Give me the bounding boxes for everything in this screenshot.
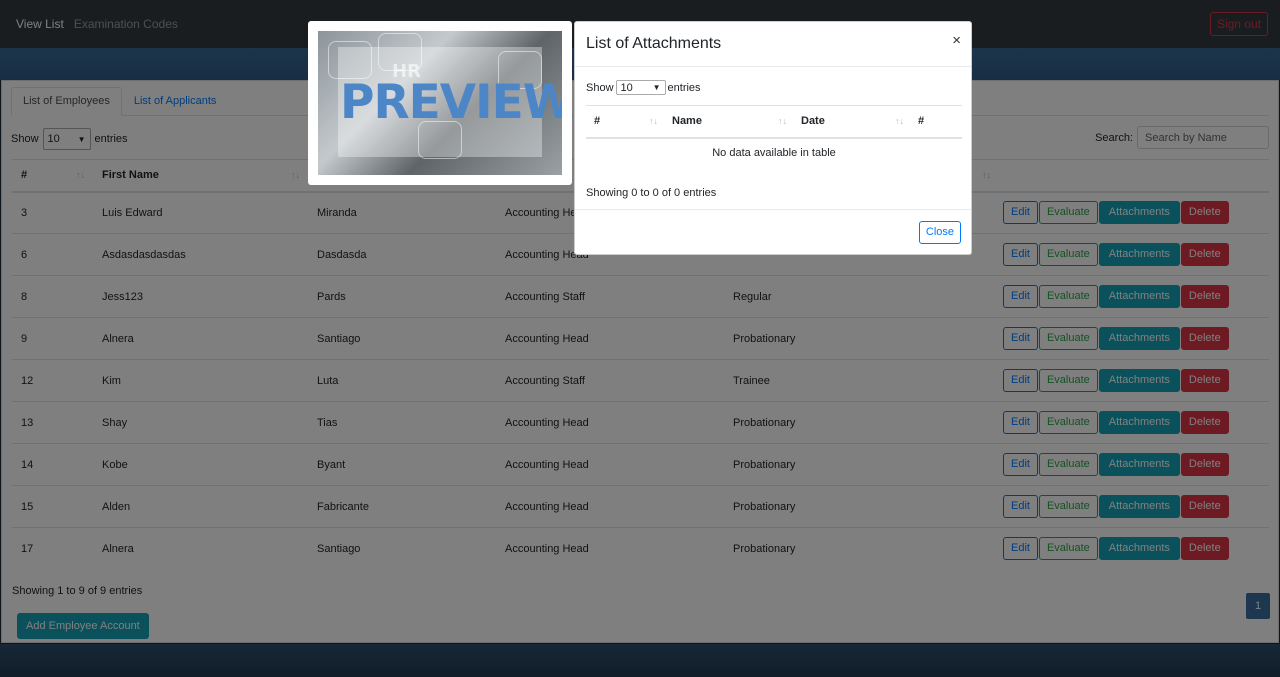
modal-title: List of Attachments bbox=[586, 35, 722, 52]
empty-table-message: No data available in table bbox=[712, 147, 836, 159]
att-header-name[interactable]: Name ↑↓ bbox=[664, 105, 793, 139]
modal-table-info: Showing 0 to 0 of 0 entries bbox=[586, 187, 717, 199]
modal-body: Show 10 ▼ entries # ↑↓ Name ↑↓ Date ↑↓ # No… bbox=[575, 67, 971, 210]
close-icon[interactable]: × bbox=[952, 32, 961, 49]
caret-down-icon: ▼ bbox=[652, 83, 661, 92]
sort-icon: ↑↓ bbox=[778, 116, 787, 126]
att-header-id-label: # bbox=[594, 115, 601, 128]
modal-show-label: Show bbox=[586, 81, 614, 94]
att-header-date[interactable]: Date ↑↓ bbox=[793, 105, 910, 139]
modal-entries-value: 10 bbox=[620, 81, 633, 94]
attachments-modal: List of Attachments × Show 10 ▼ entries … bbox=[574, 21, 972, 255]
sort-icon: ↑↓ bbox=[895, 116, 904, 126]
sort-icon: ↑↓ bbox=[649, 116, 658, 126]
att-header-name-label: Name bbox=[672, 115, 702, 128]
close-button[interactable]: Close bbox=[918, 221, 961, 244]
attachments-table: # ↑↓ Name ↑↓ Date ↑↓ # No data available in… bbox=[586, 105, 962, 168]
modal-entries-label: entries bbox=[667, 81, 701, 94]
att-header-date-label: Date bbox=[801, 115, 825, 128]
att-header-id[interactable]: # ↑↓ bbox=[586, 105, 664, 139]
att-header-action-label: # bbox=[918, 115, 925, 128]
preview-image: HR PREVIEW bbox=[318, 31, 562, 175]
preview-card: HR PREVIEW bbox=[308, 21, 572, 185]
modal-header: List of Attachments × bbox=[575, 22, 971, 67]
modal-footer: Close bbox=[575, 210, 971, 254]
att-header-action: # bbox=[910, 105, 962, 139]
preview-watermark: PREVIEW bbox=[340, 75, 562, 130]
modal-entries-control: Show 10 ▼ entries bbox=[586, 80, 701, 95]
modal-entries-select[interactable]: 10 ▼ bbox=[615, 80, 666, 95]
